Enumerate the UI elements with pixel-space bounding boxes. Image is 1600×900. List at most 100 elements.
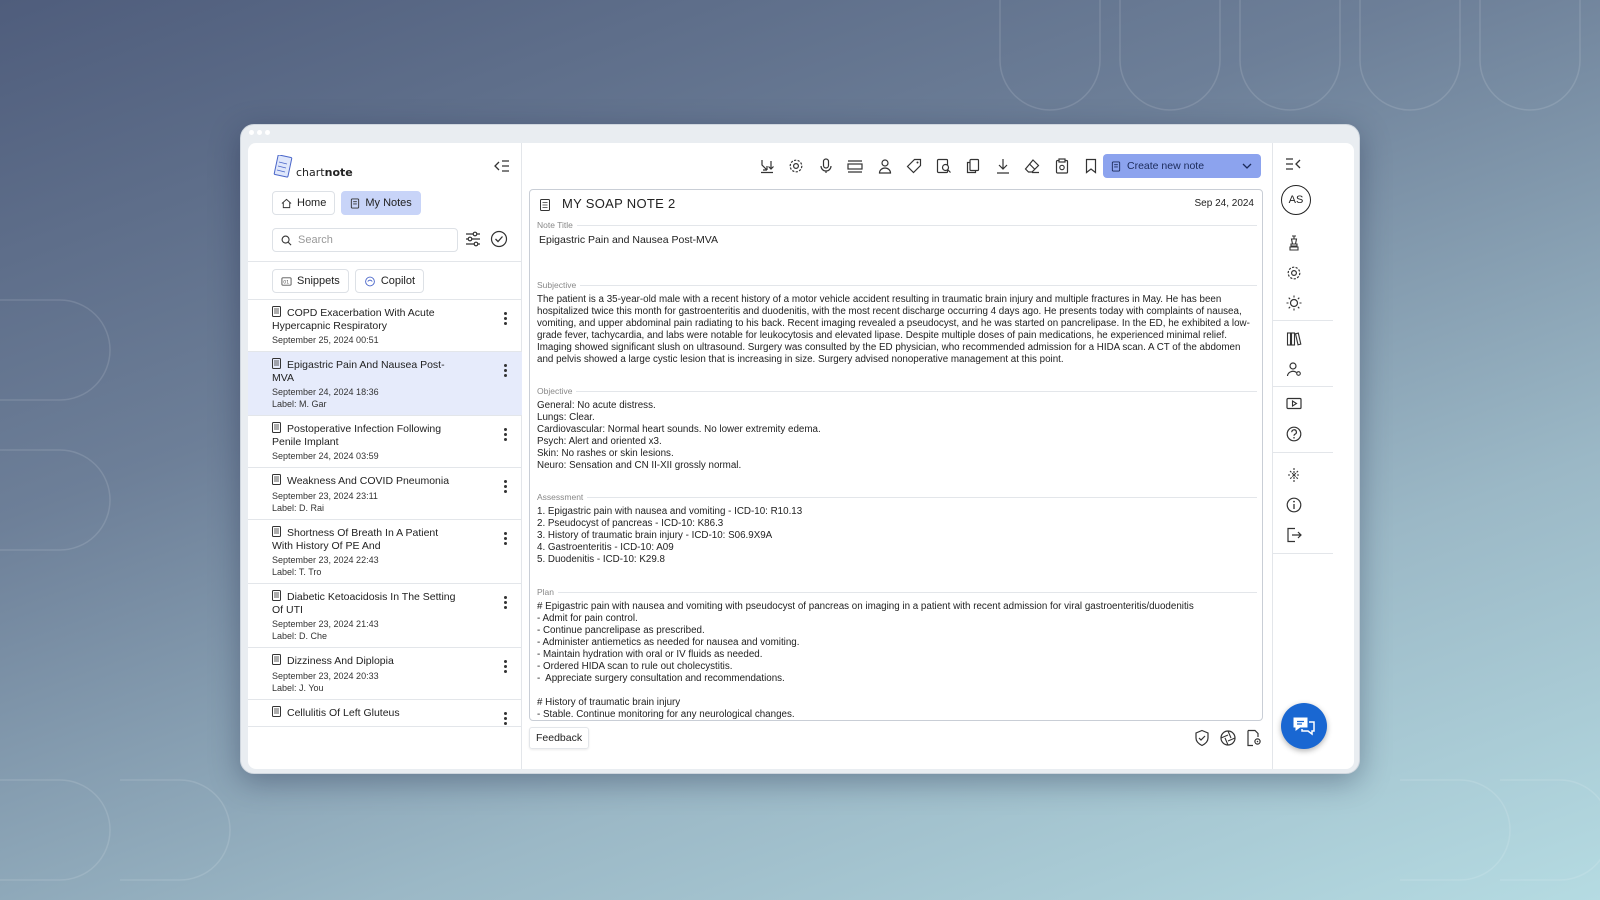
user-avatar[interactable]: AS (1281, 185, 1311, 215)
more-options-icon[interactable] (504, 364, 508, 377)
note-label: Label: T. Tro (272, 567, 322, 577)
section-label: Assessment (537, 492, 1257, 502)
tab-home-label: Home (297, 197, 327, 209)
clipboard-icon[interactable] (1047, 153, 1077, 179)
editor-footer: Feedback (529, 725, 1263, 755)
note-list-item[interactable]: Weakness And COVID Pneumonia September 2… (248, 468, 522, 520)
select-check-icon[interactable] (490, 230, 508, 253)
assessment-text[interactable]: 1. Epigastric pain with nausea and vomit… (537, 506, 1257, 566)
tab-home[interactable]: Home (272, 191, 336, 215)
theme-sun-icon[interactable] (1284, 293, 1304, 313)
document-icon (272, 706, 281, 720)
objective-section: Objective General: No acute distress. Lu… (537, 386, 1257, 472)
settings-icon[interactable] (1284, 263, 1304, 283)
more-options-icon[interactable] (504, 596, 508, 609)
download-icon[interactable] (988, 153, 1018, 179)
section-label: Subjective (537, 280, 1257, 290)
copy-icon[interactable] (959, 153, 989, 179)
more-options-icon[interactable] (504, 312, 508, 325)
library-icon[interactable] (1284, 329, 1304, 349)
more-options-icon[interactable] (504, 428, 508, 441)
chevron-down-icon[interactable] (1241, 160, 1253, 172)
logout-icon[interactable] (1284, 525, 1304, 545)
plan-text[interactable]: # Epigastric pain with nausea and vomiti… (537, 601, 1257, 720)
note-list-item[interactable]: Cellulitis Of Left Gluteus (248, 700, 522, 727)
app-logo[interactable]: chartnote (272, 155, 353, 179)
right-sidebar: AS (1272, 143, 1354, 769)
eraser-icon[interactable] (1018, 153, 1048, 179)
review-icon[interactable] (929, 153, 959, 179)
help-icon[interactable] (1284, 424, 1304, 444)
patient-icon[interactable] (870, 153, 900, 179)
more-options-icon[interactable] (504, 480, 508, 493)
snippets-icon: 01 (281, 276, 292, 286)
app-container: chartnote Home My Notes Search 01 Snippe… (248, 143, 1354, 769)
subjective-text[interactable]: The patient is a 35-year-old male with a… (537, 294, 1257, 366)
window-dots (249, 130, 270, 135)
info-icon[interactable] (1284, 495, 1304, 515)
divider (1273, 553, 1333, 554)
note-list-item[interactable]: Postoperative Infection Following Penile… (248, 416, 522, 468)
note-icon (1111, 160, 1121, 172)
chat-support-button[interactable] (1281, 703, 1327, 749)
note-list-item[interactable]: Shortness Of Breath In A Patient With Hi… (248, 520, 522, 584)
document-icon (272, 306, 281, 320)
objective-text[interactable]: General: No acute distress. Lungs: Clear… (537, 400, 1257, 472)
note-title-section: Note Title Epigastric Pain and Nausea Po… (537, 220, 1257, 246)
note-list-item[interactable]: Diabetic Ketoacidosis In The Setting Of … (248, 584, 522, 648)
copilot-button[interactable]: Copilot (354, 269, 425, 293)
settings-icon[interactable] (782, 153, 812, 179)
document-icon (272, 590, 281, 604)
subjective-section: Subjective The patient is a 35-year-old … (537, 280, 1257, 366)
document-icon (272, 654, 281, 668)
document-icon (272, 358, 281, 372)
note-date: September 24, 2024 03:59 (272, 451, 379, 461)
template-icon[interactable] (841, 153, 871, 179)
note-date: Sep 24, 2024 (1194, 198, 1255, 209)
snippets-button[interactable]: 01 Snippets (272, 269, 349, 293)
notes-sidebar: chartnote Home My Notes Search 01 Snippe… (248, 143, 522, 769)
more-options-icon[interactable] (504, 532, 508, 545)
video-tutorial-icon[interactable] (1284, 394, 1304, 414)
document-settings-icon[interactable] (1245, 729, 1263, 752)
bookmark-icon[interactable] (1077, 153, 1107, 179)
collapse-sidebar-icon[interactable] (493, 159, 511, 176)
footer-actions (1193, 729, 1263, 752)
filter-icon[interactable] (464, 230, 482, 253)
user-settings-icon[interactable] (1284, 359, 1304, 379)
search-icon (281, 235, 292, 245)
section-label: Plan (537, 587, 1257, 597)
more-options-icon[interactable] (504, 712, 508, 725)
create-new-note-button[interactable]: Create new note (1103, 154, 1261, 178)
tab-my-notes[interactable]: My Notes (341, 191, 421, 215)
chess-piece-icon[interactable] (1284, 233, 1304, 253)
chat-icon (1293, 717, 1315, 736)
search-input[interactable] (298, 234, 448, 246)
note-list-item[interactable]: COPD Exacerbation With Acute Hypercapnic… (248, 300, 522, 352)
snippets-label: Snippets (297, 275, 340, 287)
document-icon (272, 526, 281, 540)
note-editor: MY SOAP NOTE 2 Sep 24, 2024 Note Title E… (529, 189, 1263, 721)
notes-icon (351, 197, 360, 209)
tool-tabs: 01 Snippets Copilot (272, 269, 425, 293)
document-icon (540, 198, 550, 216)
note-title: Epigastric Pain And Nausea Post-MVA (272, 358, 445, 384)
feedback-button[interactable]: Feedback (529, 727, 590, 749)
plan-section: Plan # Epigastric pain with nausea and v… (537, 587, 1257, 720)
more-options-icon[interactable] (504, 660, 508, 673)
ai-sparkle-icon[interactable] (1284, 465, 1304, 485)
aperture-icon[interactable] (1219, 729, 1237, 752)
note-title-field[interactable]: Epigastric Pain and Nausea Post-MVA (539, 234, 1257, 246)
note-label: Label: D. Rai (272, 503, 325, 513)
note-title: Postoperative Infection Following Penile… (272, 422, 442, 448)
assessment-section: Assessment 1. Epigastric pain with nause… (537, 492, 1257, 566)
note-list-item-selected[interactable]: Epigastric Pain And Nausea Post-MVA Sept… (248, 352, 522, 416)
import-icon[interactable] (752, 153, 782, 179)
note-list-item[interactable]: Dizziness And Diplopia September 23, 202… (248, 648, 522, 700)
shield-check-icon[interactable] (1193, 729, 1211, 752)
microphone-icon[interactable] (811, 153, 841, 179)
collapse-right-panel-icon[interactable] (1284, 157, 1302, 176)
tag-icon[interactable] (900, 153, 930, 179)
note-label: Label: J. You (272, 683, 324, 693)
notes-list: COPD Exacerbation With Acute Hypercapnic… (248, 299, 522, 769)
